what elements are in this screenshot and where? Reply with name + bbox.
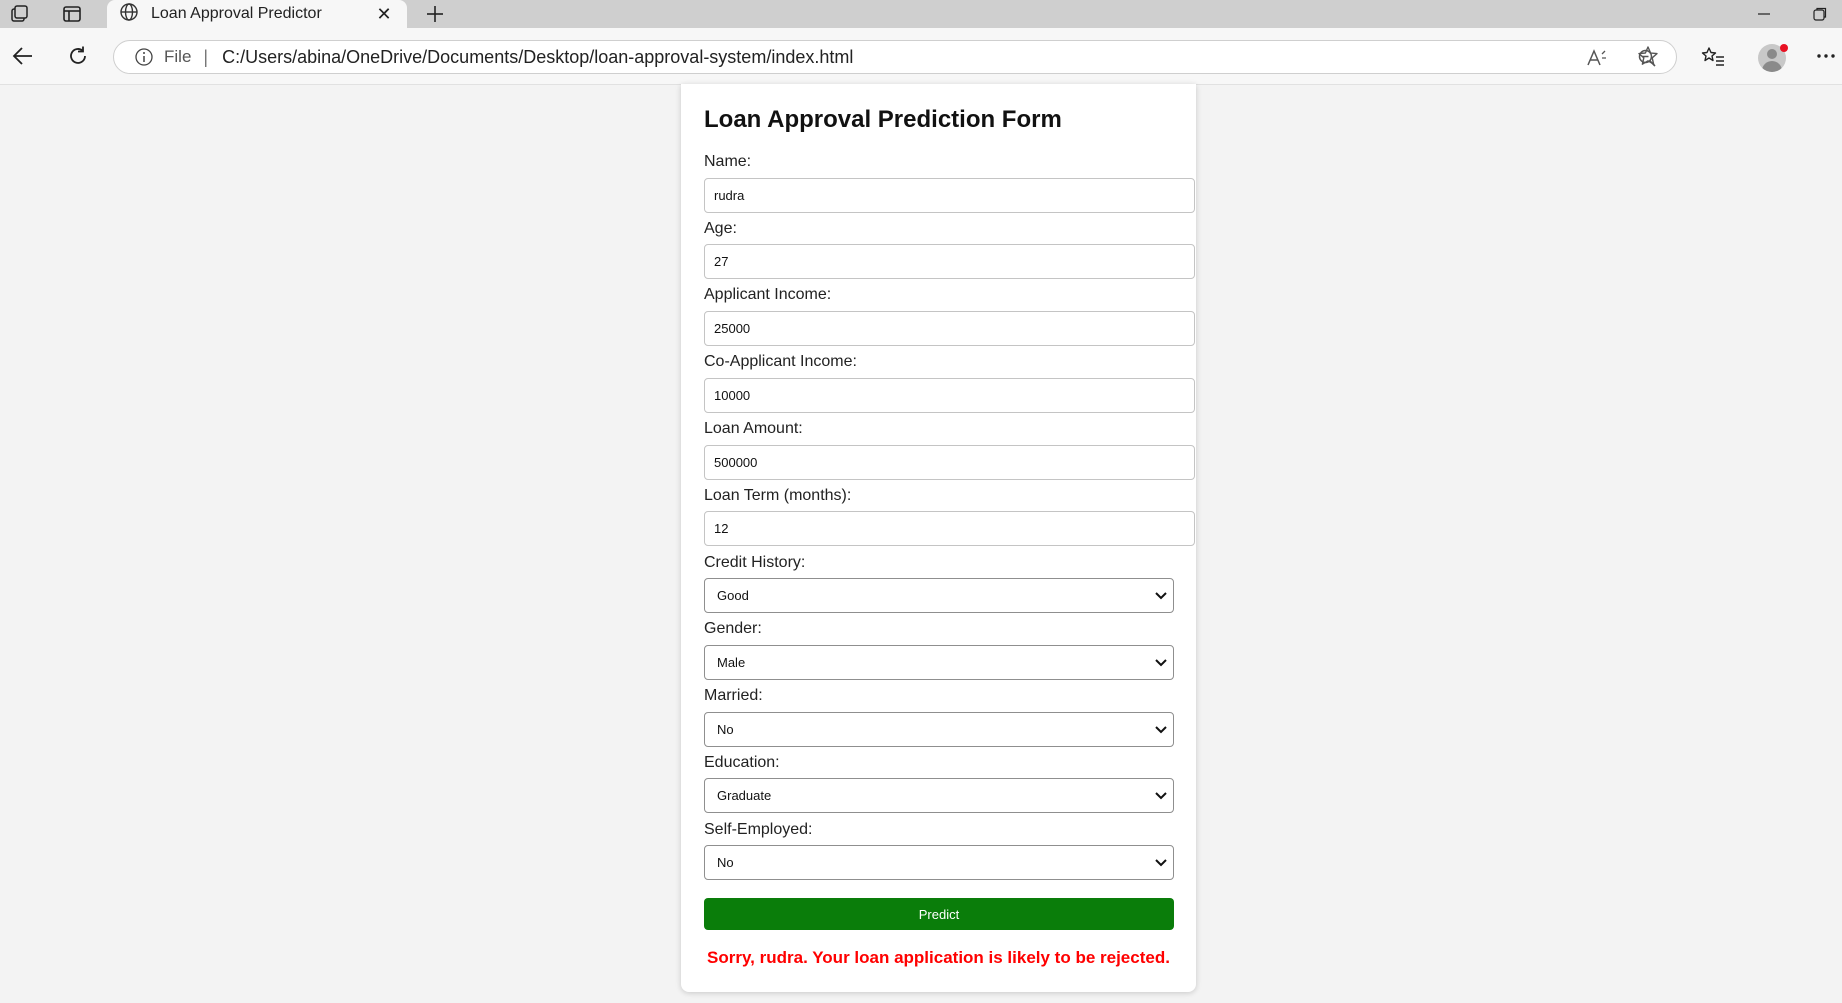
tab-strip: Loan Approval Predictor ✕ [0, 0, 1842, 28]
predict-button[interactable]: Predict [704, 898, 1174, 930]
prediction-result-message: Sorry, rudra. Your loan application is l… [707, 948, 1170, 967]
self-employed-label: Self-Employed: [704, 821, 813, 838]
back-arrow-icon[interactable] [5, 38, 41, 74]
credit-history-label: Credit History: [704, 554, 806, 571]
restore-icon[interactable] [1800, 0, 1840, 28]
navigation-bar: File | C:/Users/abina/OneDrive/Documents… [0, 28, 1842, 85]
favorite-star-icon[interactable] [1630, 38, 1666, 74]
active-tab[interactable]: Loan Approval Predictor ✕ [107, 0, 407, 28]
age-input[interactable] [704, 244, 1195, 279]
credit-history-select[interactable]: Good [704, 578, 1174, 613]
favorites-icon[interactable] [1695, 38, 1731, 74]
tab-actions-icon[interactable] [52, 0, 92, 28]
gender-select[interactable]: Male [704, 645, 1174, 680]
loan-term-input[interactable] [704, 511, 1195, 546]
chevron-down-icon [1155, 726, 1167, 734]
loan-amount-input[interactable] [704, 445, 1195, 480]
married-select[interactable]: No [704, 712, 1174, 747]
married-label: Married: [704, 687, 763, 704]
gender-label: Gender: [704, 620, 762, 637]
notification-dot [1780, 44, 1788, 52]
applicant-income-input[interactable] [704, 311, 1195, 346]
education-value: Graduate [717, 788, 772, 803]
loan-term-label: Loan Term (months): [704, 487, 852, 504]
education-label: Education: [704, 754, 780, 771]
chevron-down-icon [1155, 659, 1167, 667]
url-text[interactable]: C:/Users/abina/OneDrive/Documents/Deskto… [222, 47, 853, 68]
form-title: Loan Approval Prediction Form [704, 106, 1062, 133]
loan-amount-label: Loan Amount: [704, 420, 803, 437]
gender-value: Male [717, 655, 746, 670]
more-options-icon[interactable] [1808, 38, 1842, 74]
credit-history-value: Good [717, 588, 749, 603]
read-aloud-icon[interactable] [1584, 45, 1610, 71]
education-select[interactable]: Graduate [704, 778, 1174, 813]
self-employed-value: No [717, 855, 734, 870]
chevron-down-icon [1155, 592, 1167, 600]
new-tab-icon[interactable] [420, 0, 450, 28]
address-bar[interactable]: File | C:/Users/abina/OneDrive/Documents… [113, 40, 1677, 74]
name-input[interactable] [704, 178, 1195, 213]
address-separator: | [203, 46, 209, 67]
coapplicant-income-label: Co-Applicant Income: [704, 353, 857, 370]
applicant-income-label: Applicant Income: [704, 286, 832, 303]
refresh-icon[interactable] [60, 38, 96, 74]
chevron-down-icon [1155, 792, 1167, 800]
self-employed-select[interactable]: No [704, 845, 1174, 880]
file-scheme-label: File [164, 47, 192, 66]
tab-title: Loan Approval Predictor [151, 5, 322, 22]
age-label: Age: [704, 220, 737, 237]
minimize-icon[interactable] [1744, 0, 1784, 28]
coapplicant-income-input[interactable] [704, 378, 1195, 413]
close-tab-icon[interactable]: ✕ [373, 4, 395, 25]
globe-icon [119, 2, 139, 27]
loan-form-card: Loan Approval Prediction Form Name: Age:… [681, 84, 1196, 992]
name-label: Name: [704, 153, 752, 170]
married-value: No [717, 722, 734, 737]
workspaces-icon[interactable] [0, 0, 40, 28]
chevron-down-icon [1155, 859, 1167, 867]
info-icon[interactable] [134, 47, 154, 67]
